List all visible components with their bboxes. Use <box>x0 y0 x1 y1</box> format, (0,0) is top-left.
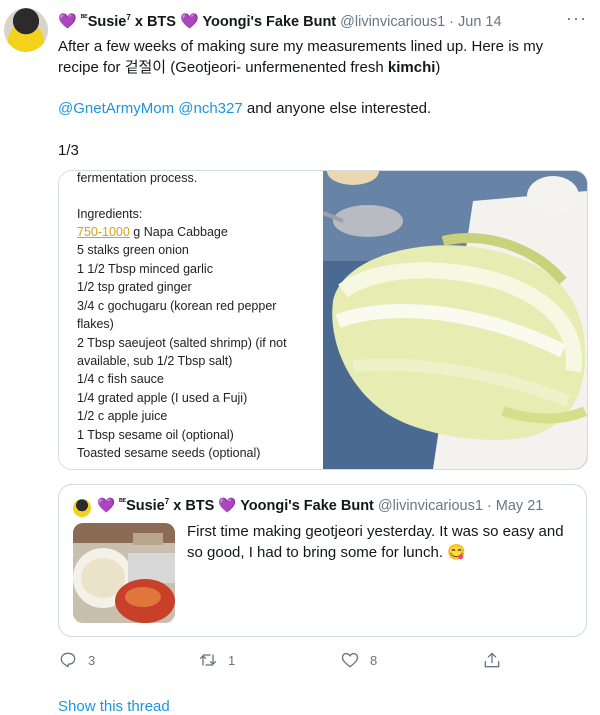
recipe-line: 2 Tbsp saeujeot (salted shrimp) (if not <box>77 336 287 350</box>
share-icon <box>484 652 500 668</box>
mention-nch327[interactable]: @nch327 <box>178 100 242 117</box>
quoted-text: First time making geotjeori yesterday. I… <box>187 523 564 561</box>
retweet-count: 1 <box>228 652 236 668</box>
display-name-suffix[interactable]: Yoongi's Fake Bunt <box>199 14 336 30</box>
recipe-line: 1/2 c apple juice <box>77 409 168 423</box>
reply-icon <box>60 652 76 668</box>
recipe-line: 1/4 c fish sauce <box>77 372 164 386</box>
recipe-line: 1/2 tsp grated ginger <box>77 280 192 294</box>
quoted-header: 💜 ᴮᴱSusie7 x BTS 💜 Yoongi's Fake Bunt @l… <box>97 497 543 514</box>
user-handle[interactable]: @livinvicarious1 <box>340 14 445 30</box>
quoted-tweet[interactable]: 💜 ᴮᴱSusie7 x BTS 💜 Yoongi's Fake Bunt @l… <box>58 484 587 637</box>
like-button[interactable]: 8 <box>340 650 377 670</box>
like-count: 8 <box>370 652 378 668</box>
lunch-photo <box>73 523 175 623</box>
hashtag-kimchi: kimchi <box>387 59 436 76</box>
quoted-avatar <box>73 499 91 517</box>
purple-heart-icon: 💜 <box>58 13 77 30</box>
display-name[interactable]: ᴮᴱSusie7 x BTS <box>81 13 180 30</box>
cabbage-photo <box>322 171 587 469</box>
reply-button[interactable]: 3 <box>58 650 95 670</box>
recipe-heading: Ingredients: <box>77 207 143 221</box>
tweet-actions: 3 1 8 <box>58 650 528 674</box>
recipe-line: 1 Tbsp sesame oil (optional) <box>77 428 234 442</box>
recipe-intro: fermentation process. <box>77 171 198 185</box>
quoted-handle: @livinvicarious1 <box>377 498 483 514</box>
reply-count: 3 <box>88 652 96 668</box>
retweet-icon <box>199 654 217 666</box>
more-options-icon[interactable]: ··· <box>566 8 586 28</box>
share-button[interactable] <box>482 650 502 670</box>
purple-heart-icon: 💜 <box>218 498 237 514</box>
mention-gnetarmymom[interactable]: @GnetArmyMom <box>58 100 174 117</box>
recipe-line: flakes) <box>77 317 114 331</box>
recipe-line: 750-1000 g Napa Cabbage <box>77 225 228 239</box>
recipe-line: Toasted sesame seeds (optional) <box>77 446 261 460</box>
purple-heart-icon: 💜 <box>97 498 116 514</box>
recipe-line: 1 1/2 Tbsp minced garlic <box>77 262 213 276</box>
avatar[interactable] <box>4 8 48 52</box>
tweet-mentions: @GnetArmyMom @nch327 and anyone else int… <box>58 100 432 117</box>
thread-counter: 1/3 <box>58 142 79 159</box>
purple-heart-icon: 💜 <box>179 13 199 30</box>
tweet-text-line-2: recipe for 겉절이 (Geotjeori- unfermenented… <box>58 59 441 76</box>
show-thread-link[interactable]: Show this thread <box>58 698 170 715</box>
recipe-card: fermentation process. Ingredients: 750-1… <box>59 171 323 469</box>
recipe-line: available, sub 1/2 Tbsp salt) <box>77 354 233 368</box>
tweet-media[interactable]: fermentation process. Ingredients: 750-1… <box>58 170 588 470</box>
quoted-display-name: ᴮᴱSusie7 x BTS <box>119 497 219 514</box>
recipe-line: 3/4 c gochugaru (korean red pepper <box>77 299 277 313</box>
retweet-button[interactable]: 1 <box>198 650 235 670</box>
recipe-line: 1/4 grated apple (I used a Fuji) <box>77 391 248 405</box>
heart-icon <box>341 652 359 668</box>
tweet-date[interactable]: · Jun 14 <box>449 14 501 30</box>
tweet-header: 💜 ᴮᴱSusie7 x BTS 💜 Yoongi's Fake Bunt @l… <box>58 12 578 34</box>
quoted-date: · May 21 <box>486 498 544 514</box>
recipe-line: 5 stalks green onion <box>77 243 189 257</box>
tweet-text-line-1: After a few weeks of making sure my meas… <box>58 38 544 55</box>
quoted-display-name-suffix: Yoongi's Fake Bunt <box>236 498 374 514</box>
